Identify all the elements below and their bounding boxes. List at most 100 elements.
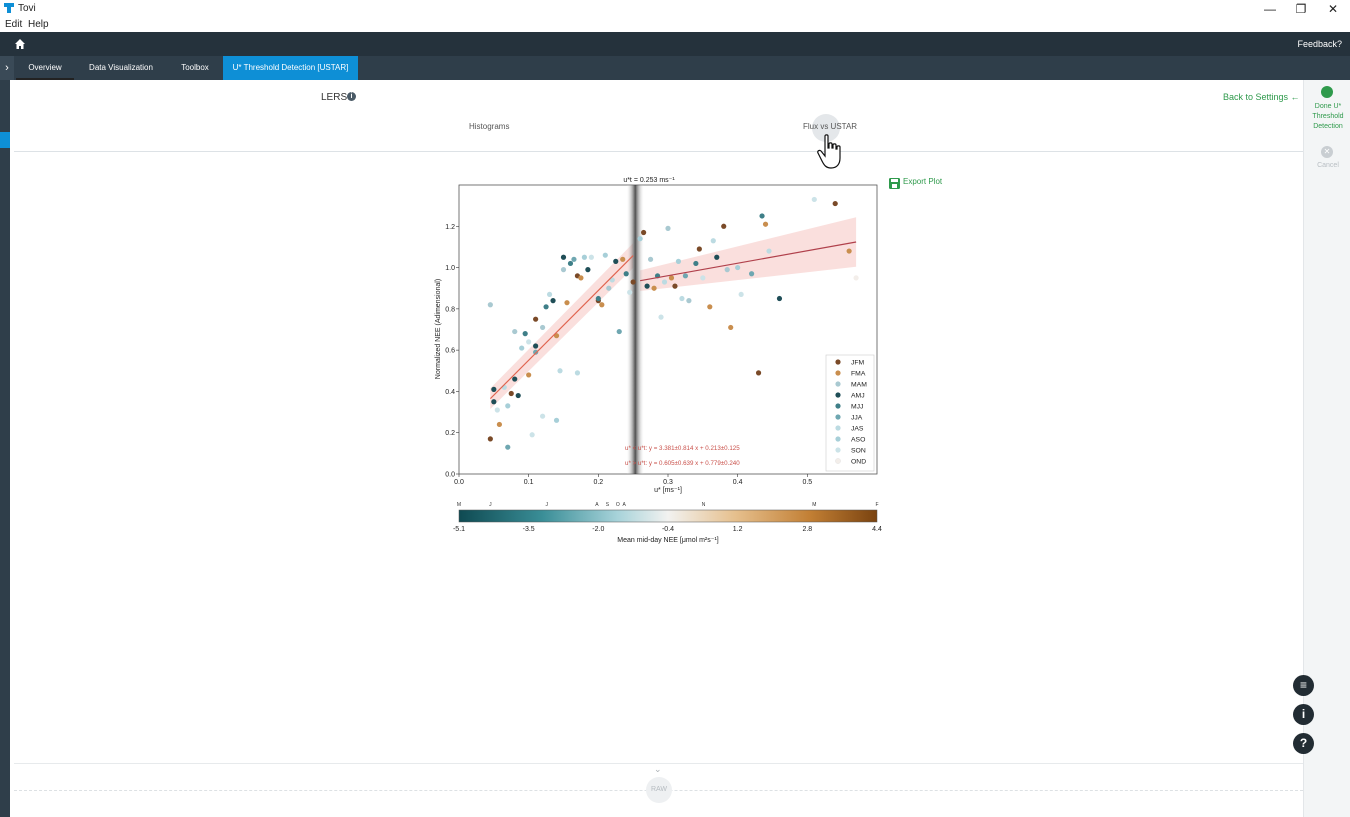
flux-vs-ustar-chart: u*t = 0.253 ms⁻¹ 0.0 0.1 0.2 0.3 0.4 0.5 0.0 0.… [435,177,882,544]
feedback-link[interactable]: Feedback? [1297,39,1342,49]
sidebar-active-marker [0,132,10,148]
data-point [588,254,594,260]
site-title: LERS [321,92,348,103]
data-point [540,413,546,419]
legend-marker [835,381,841,387]
data-point [668,275,675,281]
data-point [505,403,511,409]
minimize-button[interactable]: — [1255,1,1285,17]
colorbar [458,509,878,523]
info-circle-icon[interactable]: i [1293,704,1314,725]
y-axis-label: Normalized NEE (Adimensional) [435,279,442,379]
subtab-histograms[interactable]: Histograms [469,122,509,131]
data-point [693,260,699,267]
data-point [721,223,727,229]
colorbar-month-label: A [595,502,599,508]
data-point [686,298,692,304]
data-point [487,302,493,308]
info-icon[interactable]: i [347,92,356,101]
data-point [543,304,549,310]
data-point [647,256,654,262]
chevron-down-icon[interactable]: ⌄ [654,764,662,775]
data-point [651,285,657,291]
x-tick-label: 0.1 [524,479,534,486]
legend-marker [835,403,841,409]
data-point [661,279,668,285]
data-point [557,368,563,374]
tab-toolbox[interactable]: Toolbox [168,56,222,80]
data-point [512,376,518,382]
data-point [494,407,500,413]
menu-bar: Edit Help [0,18,1350,32]
tab-ustar-detection[interactable]: U* Threshold Detection [USTAR] [223,56,358,80]
menu-help[interactable]: Help [28,19,49,30]
maximize-button[interactable]: ❐ [1286,1,1316,17]
colorbar-label: Mean mid-day NEE [μmol m²s⁻¹] [617,537,719,544]
data-point [602,252,608,258]
colorbar-tick-label: -0.4 [662,526,674,533]
data-point [700,275,706,281]
subtab-flux-vs-ustar[interactable]: Flux vs USTAR [803,122,857,131]
close-button[interactable]: ✕ [1318,1,1348,17]
data-point [714,254,720,260]
chart-title: u*t = 0.253 ms⁻¹ [623,177,675,184]
data-point [519,345,525,351]
data-point [571,256,577,262]
export-plot-button[interactable]: Export Plot [903,177,942,186]
legend-marker [835,359,841,365]
colorbar-tick-label: -3.5 [523,526,535,533]
legend-marker [835,425,841,431]
data-point [630,279,636,285]
data-point [522,331,528,337]
legend-box [825,354,875,472]
data-point [679,295,685,302]
cancel-icon[interactable]: ✕ [1321,146,1333,158]
data-point [508,390,514,397]
y-tick-label: 0.2 [445,430,455,437]
top-bar: Feedback? [0,32,1350,56]
data-point [505,444,511,450]
data-point [515,392,521,399]
data-point [546,291,553,298]
cancel-button[interactable]: Cancel [1306,162,1350,169]
data-point [644,283,650,289]
hand-cursor-icon [817,134,841,169]
colorbar-tick-label: 2.8 [802,526,812,533]
data-point [682,273,689,279]
data-point [512,328,518,335]
data-point [533,343,539,349]
done-ustar-button[interactable]: Done U* Threshold Detection [1306,102,1350,132]
colorbar-tick-label: -2.0 [592,526,604,533]
tab-overview[interactable]: Overview [16,56,74,80]
data-point [553,417,560,423]
menu-edit[interactable]: Edit [5,19,22,30]
data-point [599,302,605,308]
data-point [560,267,567,273]
x-tick-label: 0.5 [802,479,812,486]
y-tick-label: 1.0 [445,265,455,272]
raw-button[interactable]: RAW [646,777,672,803]
legend-label: JAS [851,426,864,433]
data-point [735,264,741,271]
colorbar-month-label: J [489,502,492,508]
chevron-right-icon[interactable]: › [0,56,14,80]
data-point [623,271,629,277]
data-point [853,275,859,281]
y-tick-label: 0.4 [445,389,455,396]
data-point [550,298,556,304]
data-point [762,221,769,227]
tab-data-visualization[interactable]: Data Visualization [76,56,166,80]
check-circle-icon[interactable] [1321,86,1333,98]
home-icon[interactable] [14,38,26,50]
back-to-settings-link[interactable]: Back to Settings ← [1223,92,1300,102]
data-point [606,285,612,291]
data-point [491,399,497,405]
data-point [496,421,503,428]
data-point [637,236,643,242]
data-point [672,283,678,289]
help-icon[interactable]: ? [1293,733,1314,754]
data-point [567,260,574,267]
notes-icon[interactable]: ≡ [1293,675,1314,696]
data-point [585,267,591,273]
colorbar-month-label: O [616,502,620,508]
